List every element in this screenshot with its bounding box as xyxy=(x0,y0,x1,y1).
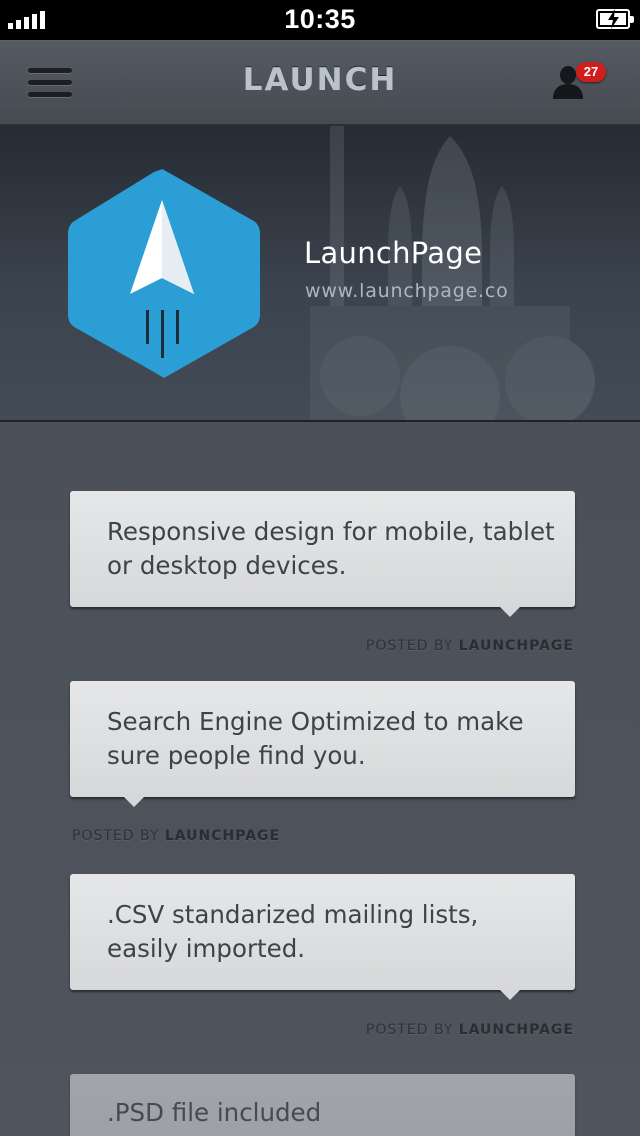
status-bar: 10:35 xyxy=(0,0,640,40)
post-author-link[interactable]: LAUNCHPAGE xyxy=(165,828,280,844)
post-card[interactable]: Search Engine Optimized to make sure peo… xyxy=(70,681,575,807)
bubble-tail xyxy=(122,795,146,807)
post-text: Responsive design for mobile, tablet or … xyxy=(107,517,555,580)
post-byline: POSTED BY LAUNCHPAGE xyxy=(366,638,574,654)
post-author-link[interactable]: LAUNCHPAGE xyxy=(459,1022,574,1038)
bubble-tail xyxy=(498,605,522,617)
notification-badge: 27 xyxy=(576,62,606,82)
post-text: .PSD file included xyxy=(107,1098,322,1127)
posted-by-label: POSTED BY xyxy=(72,828,160,844)
page-title: LAUNCH xyxy=(242,62,398,98)
app-name: LaunchPage xyxy=(304,236,483,270)
battery-charging-icon xyxy=(596,9,634,29)
post-card[interactable]: .CSV standarized mailing lists, easily i… xyxy=(70,874,575,1000)
post-card[interactable]: Responsive design for mobile, tablet or … xyxy=(70,491,575,617)
post-text: .CSV standarized mailing lists, easily i… xyxy=(107,900,479,963)
post-text: Search Engine Optimized to make sure peo… xyxy=(107,707,524,770)
post-author-link[interactable]: LAUNCHPAGE xyxy=(459,638,574,654)
app-url-link[interactable]: www.launchpage.co xyxy=(305,280,509,302)
post-feed: Responsive design for mobile, tablet or … xyxy=(0,424,640,1136)
post-card[interactable]: .PSD file included xyxy=(70,1074,575,1136)
post-byline: POSTED BY LAUNCHPAGE xyxy=(366,1022,574,1038)
posted-by-label: POSTED BY xyxy=(365,638,454,654)
space-shuttle-background xyxy=(310,126,595,420)
profile-header: LaunchPage www.launchpage.co xyxy=(0,126,640,422)
status-time: 10:35 xyxy=(284,4,356,34)
post-byline: POSTED BY LAUNCHPAGE xyxy=(72,828,280,844)
nav-bar: LAUNCH 27 xyxy=(0,40,640,126)
bubble-tail xyxy=(498,988,522,1000)
posted-by-label: POSTED BY xyxy=(365,1022,454,1038)
launchpage-logo xyxy=(68,169,260,378)
profile-button[interactable]: 27 xyxy=(552,62,608,102)
